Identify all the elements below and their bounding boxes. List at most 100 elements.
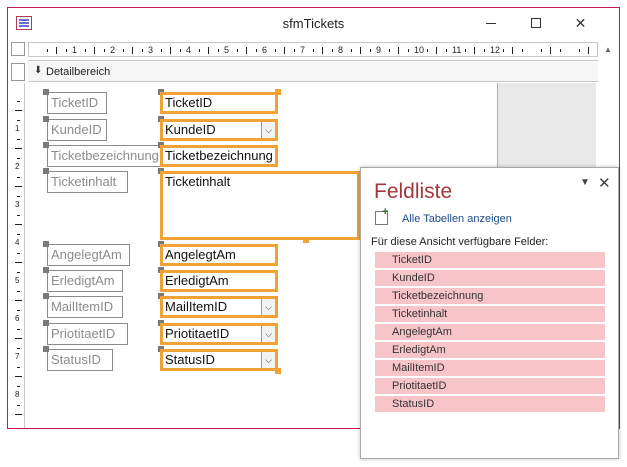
- ruler-tick: [588, 47, 589, 54]
- chevron-down-icon[interactable]: ⌵: [261, 326, 275, 342]
- field-item-kundeid[interactable]: KundeID: [375, 270, 605, 286]
- ruler-tick: [15, 186, 22, 187]
- control-angelegtam[interactable]: AngelegtAm: [160, 244, 278, 266]
- ruler-tick: [502, 49, 504, 52]
- ruler-tick: [369, 49, 371, 52]
- vertical-ruler[interactable]: 1 2 3 4 5 6 7 8: [11, 83, 25, 428]
- ruler-tick: [17, 176, 20, 178]
- ruler-tick: [217, 49, 219, 52]
- field-item-erledigtam[interactable]: ErledigtAm: [375, 342, 605, 358]
- move-handle[interactable]: [43, 241, 49, 247]
- ruler-number: 8: [338, 45, 344, 55]
- resize-handle[interactable]: [275, 89, 281, 95]
- field-item-priotitaetid[interactable]: PriotitaetID: [375, 378, 605, 394]
- ruler-tick: [15, 110, 22, 111]
- field-item-ticketbezeichnung[interactable]: Ticketbezeichnung: [375, 288, 605, 304]
- label-erledigtam[interactable]: ErledigtAm: [47, 270, 123, 292]
- control-mailitemid[interactable]: MailItemID ⌵: [160, 296, 278, 318]
- control-priotitaetid[interactable]: PriotitaetID ⌵: [160, 323, 278, 345]
- maximize-icon: [530, 18, 541, 28]
- ruler-tick: [170, 47, 171, 54]
- control-erledigtam[interactable]: ErledigtAm: [160, 270, 278, 292]
- ruler-tick: [284, 47, 285, 54]
- chevron-down-icon[interactable]: ⌵: [261, 299, 275, 315]
- control-ticketinhalt[interactable]: Ticketinhalt: [160, 171, 360, 240]
- ruler-number: 7: [300, 45, 306, 55]
- ruler-tick: [512, 47, 513, 54]
- resize-handle[interactable]: [275, 368, 281, 374]
- field-item-statusid[interactable]: StatusID: [375, 396, 605, 412]
- ruler-tick: [398, 47, 399, 54]
- ruler-tick: [255, 49, 257, 52]
- minimize-button[interactable]: [468, 8, 513, 38]
- ruler-tick: [122, 49, 124, 52]
- label-mailitemid[interactable]: MailItemID: [47, 296, 123, 318]
- add-table-icon[interactable]: [375, 206, 388, 225]
- close-icon[interactable]: ✕: [598, 174, 611, 192]
- label-priotitaetid[interactable]: PriotitaetID: [47, 323, 128, 345]
- section-arrow-icon: ⬇: [34, 65, 43, 76]
- ruler-tick: [559, 49, 561, 52]
- label-kundeid[interactable]: KundeID: [47, 119, 107, 141]
- field-list: TicketID KundeID Ticketbezeichnung Ticke…: [375, 252, 605, 414]
- close-button[interactable]: ✕: [558, 8, 603, 38]
- ruler-tick: [15, 224, 22, 225]
- show-all-tables-link[interactable]: Alle Tabellen anzeigen: [402, 213, 512, 225]
- form-selector[interactable]: [11, 42, 25, 56]
- field-item-angelegtam[interactable]: AngelegtAm: [375, 324, 605, 340]
- ruler-number: 5: [15, 276, 20, 285]
- control-kundeid[interactable]: KundeID ⌵: [160, 119, 278, 141]
- control-ticketid[interactable]: TicketID: [160, 92, 278, 114]
- label-statusid[interactable]: StatusID: [47, 349, 113, 371]
- label-ticketbezeichnung[interactable]: Ticketbezeichnung: [47, 145, 161, 167]
- ruler-number: 3: [148, 45, 154, 55]
- scroll-up-icon[interactable]: ▲: [600, 42, 616, 57]
- chevron-down-icon[interactable]: ▼: [580, 177, 590, 188]
- field-item-ticketid[interactable]: TicketID: [375, 252, 605, 268]
- chevron-down-icon[interactable]: ⌵: [261, 352, 275, 368]
- ruler-tick: [436, 47, 437, 54]
- section-selector[interactable]: [11, 63, 25, 81]
- title-bar[interactable]: sfmTickets ✕: [8, 8, 619, 38]
- ruler-tick: [236, 49, 238, 52]
- section-bar-detail[interactable]: ⬇ Detailbereich: [28, 60, 598, 82]
- ruler-tick: [17, 366, 20, 368]
- resize-handle[interactable]: [303, 237, 309, 243]
- ruler-tick: [17, 252, 20, 254]
- ruler-number: 1: [15, 124, 20, 133]
- control-value: KundeID: [165, 122, 216, 137]
- control-statusid[interactable]: StatusID ⌵: [160, 349, 278, 371]
- ruler-tick: [84, 49, 86, 52]
- maximize-button[interactable]: [513, 8, 558, 38]
- move-handle[interactable]: [43, 267, 49, 273]
- ruler-number: 11: [452, 45, 462, 55]
- horizontal-ruler[interactable]: 1 2 3 4 5 6 7 8 9 10 11 12: [28, 42, 598, 57]
- label-angelegtam[interactable]: AngelegtAm: [47, 244, 130, 266]
- ruler-tick: [17, 271, 20, 273]
- chevron-down-icon[interactable]: ⌵: [261, 122, 275, 138]
- ruler-tick: [198, 49, 200, 52]
- move-handle[interactable]: [43, 320, 49, 326]
- move-handle[interactable]: [43, 142, 49, 148]
- control-value: MailItemID: [165, 299, 228, 314]
- ruler-tick: [179, 49, 181, 52]
- control-ticketbezeichnung[interactable]: Ticketbezeichnung: [160, 145, 278, 167]
- available-fields-heading: Für diese Ansicht verfügbare Felder:: [371, 236, 549, 248]
- move-handle[interactable]: [43, 168, 49, 174]
- move-handle[interactable]: [43, 293, 49, 299]
- label-ticketinhalt[interactable]: Ticketinhalt: [47, 171, 128, 193]
- ruler-number: 4: [15, 238, 20, 247]
- label-ticketid[interactable]: TicketID: [47, 92, 107, 114]
- field-item-mailitemid[interactable]: MailItemID: [375, 360, 605, 376]
- field-item-ticketinhalt[interactable]: Ticketinhalt: [375, 306, 605, 322]
- ruler-tick: [94, 47, 95, 54]
- ruler-tick: [322, 47, 323, 54]
- ruler-tick: [483, 49, 485, 52]
- move-handle[interactable]: [43, 116, 49, 122]
- move-handle[interactable]: [43, 89, 49, 95]
- panel-title: Feldliste: [374, 180, 453, 203]
- ruler-tick: [17, 119, 20, 121]
- ruler-tick: [46, 49, 48, 52]
- move-handle[interactable]: [43, 346, 49, 352]
- ruler-number: 2: [110, 45, 116, 55]
